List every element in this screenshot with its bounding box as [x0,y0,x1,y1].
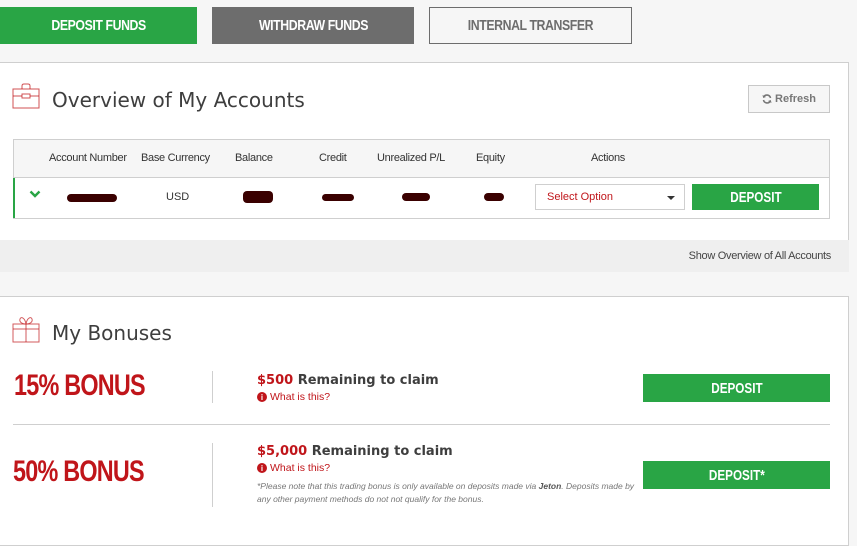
what-is-this-link[interactable]: i What is this? [257,462,330,474]
refresh-label: Refresh [775,93,816,105]
gift-icon [12,317,40,343]
bonus-item: 50% BONUS $5,000 Remaining to claim i Wh… [13,424,830,524]
what-is-this-link[interactable]: i What is this? [257,391,330,403]
action-select[interactable]: Select Option [535,184,685,210]
bonus-deposit-label: DEPOSIT* [708,466,765,484]
internal-transfer-label: INTERNAL TRANSFER [467,17,594,34]
caret-down-icon [667,196,675,200]
bonus-remaining: $500 Remaining to claim [257,373,439,388]
overview-footer: Show Overview of All Accounts [0,240,849,272]
bonus-deposit-button[interactable]: DEPOSIT* [643,461,830,489]
column-header: Actions [591,152,625,164]
bonuses-panel: My Bonuses 15% BONUS $500 Remaining to c… [0,296,849,546]
account-number-redacted [67,194,117,202]
bonus-item: 15% BONUS $500 Remaining to claim i What… [0,361,849,423]
refresh-icon [762,94,772,104]
refresh-button[interactable]: Refresh [748,85,830,113]
bonus-remaining-text: Remaining to claim [297,373,439,388]
bonus-name-text: 50% BONUS [13,455,145,488]
equity-redacted [484,193,504,201]
bonus-remaining: $5,000 Remaining to claim [257,444,453,459]
show-all-accounts-link[interactable]: Show Overview of All Accounts [689,250,832,262]
funds-action-bar: DEPOSIT FUNDS WITHDRAW FUNDS INTERNAL TR… [0,7,857,44]
bonus-deposit-button[interactable]: DEPOSIT [643,374,830,402]
what-is-this-label: What is this? [270,462,331,474]
column-header: Base Currency [141,152,210,164]
briefcase-icon [12,83,40,109]
bonus-amount: $5,000 [257,444,308,459]
column-header: Unrealized P/L [377,152,445,164]
info-icon: i [257,463,267,473]
withdraw-funds-button[interactable]: WITHDRAW FUNDS [212,7,414,44]
action-select-value: Select Option [547,191,614,203]
row-deposit-button[interactable]: DEPOSIT [692,184,819,210]
accounts-overview-panel: Overview of My Accounts Refresh Account … [0,62,849,272]
credit-redacted [322,194,354,201]
table-row: USD Select Option DEPOSIT [13,178,830,218]
withdraw-funds-label: WITHDRAW FUNDS [258,17,368,34]
info-icon: i [257,392,267,402]
unrealized-pl-redacted [402,193,430,201]
bonus-name: 15% BONUS [14,369,182,403]
column-header: Equity [476,152,505,164]
column-header: Balance [235,152,273,164]
bonus-name-text: 15% BONUS [14,369,146,402]
bonus-deposit-label: DEPOSIT [710,379,763,397]
deposit-funds-button[interactable]: DEPOSIT FUNDS [0,7,197,44]
divider [212,371,213,403]
overview-title: Overview of My Accounts [52,88,305,112]
note-method: Jeton [538,481,562,491]
balance-redacted [243,191,273,203]
bonus-note: *Please note that this trading bonus is … [257,480,637,506]
internal-transfer-button[interactable]: INTERNAL TRANSFER [429,7,632,44]
divider [212,443,213,507]
what-is-this-label: What is this? [270,391,331,403]
note-prefix: *Please note that this trading bonus is … [257,481,539,491]
bonus-remaining-text: Remaining to claim [311,444,453,459]
bonuses-title: My Bonuses [52,321,172,345]
row-deposit-label: DEPOSIT [729,188,782,206]
column-header: Account Number [49,152,127,164]
accounts-table: Account Number Base Currency Balance Cre… [13,139,830,219]
deposit-funds-label: DEPOSIT FUNDS [51,17,146,34]
chevron-down-icon[interactable] [29,189,41,199]
accounts-table-header: Account Number Base Currency Balance Cre… [14,140,829,178]
bonus-name: 50% BONUS [13,455,181,489]
bonus-amount: $500 [257,373,294,388]
base-currency: USD [166,191,190,203]
column-header: Credit [319,152,347,164]
